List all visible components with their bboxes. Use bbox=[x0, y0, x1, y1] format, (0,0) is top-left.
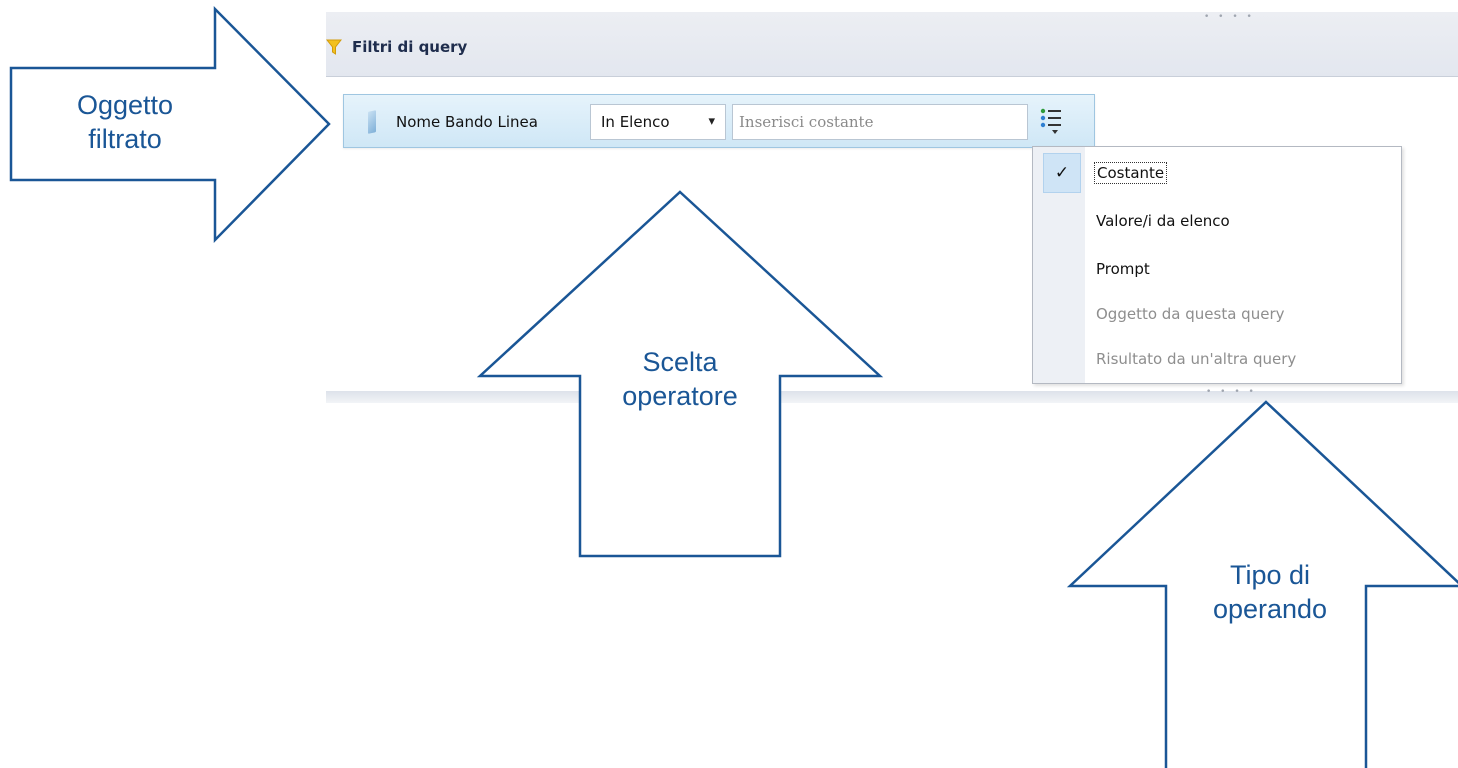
panel-resize-grip[interactable]: • • • • bbox=[1204, 12, 1255, 22]
callout-operator-choice: Scelta operatore bbox=[580, 345, 780, 413]
query-filter-row[interactable]: Nome Bando Linea In Elenco ▾ bbox=[343, 94, 1095, 148]
callout-line: Scelta bbox=[642, 347, 718, 377]
menu-item-risultato-da-altra-query: Risultato da un'altra query bbox=[1085, 339, 1401, 379]
menu-item-oggetto-da-questa-query: Oggetto da questa query bbox=[1085, 294, 1401, 334]
callout-line: operatore bbox=[622, 381, 738, 411]
panel-title-label: Filtri di query bbox=[352, 38, 468, 56]
menu-item-label: Costante bbox=[1093, 162, 1168, 184]
chevron-down-icon[interactable]: ▾ bbox=[708, 114, 715, 129]
filtered-object-name: Nome Bando Linea bbox=[396, 113, 538, 131]
callout-line: filtrato bbox=[88, 124, 162, 154]
operand-constant-input[interactable] bbox=[732, 104, 1028, 140]
callout-filtered-object: Oggetto filtrato bbox=[40, 88, 210, 156]
menu-item-valori-da-elenco[interactable]: Valore/i da elenco bbox=[1085, 201, 1401, 241]
menu-item-label: Prompt bbox=[1096, 260, 1150, 278]
callout-line: operando bbox=[1212, 594, 1328, 624]
menu-item-label: Oggetto da questa query bbox=[1096, 305, 1285, 323]
menu-item-costante[interactable]: Costante bbox=[1085, 153, 1401, 193]
menu-item-prompt[interactable]: Prompt bbox=[1085, 249, 1401, 289]
operand-type-menu: ✓ Costante Valore/i da elenco Prompt Ogg… bbox=[1032, 146, 1402, 384]
dimension-object-icon bbox=[368, 110, 376, 134]
callout-line: Oggetto bbox=[76, 90, 174, 120]
operator-dropdown[interactable]: In Elenco ▾ bbox=[590, 104, 726, 140]
query-filters-panel: • • • • Filtri di query bbox=[326, 12, 1458, 77]
menu-item-label: Risultato da un'altra query bbox=[1096, 350, 1297, 368]
callout-operand-type: Tipo di operando bbox=[1170, 558, 1370, 626]
operand-type-list-icon[interactable] bbox=[1038, 104, 1066, 136]
operator-value: In Elenco bbox=[601, 113, 670, 131]
callout-line: Tipo di bbox=[1229, 560, 1311, 590]
menu-item-label: Valore/i da elenco bbox=[1096, 212, 1230, 230]
panel-title: Filtri di query bbox=[326, 38, 467, 56]
checkmark-icon: ✓ bbox=[1043, 153, 1081, 193]
